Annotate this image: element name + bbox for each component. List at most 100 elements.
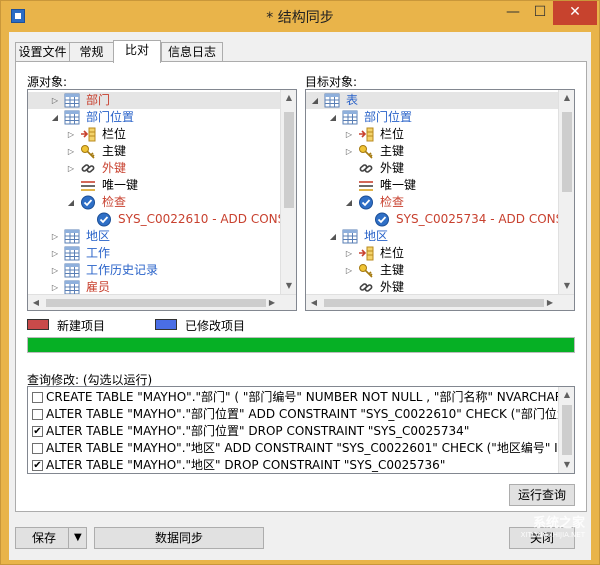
scroll-up-icon[interactable]: ▲ — [559, 387, 574, 403]
query-row[interactable]: CREATE TABLE "MAYHO"."部门" ( "部门编号" NUMBE… — [28, 389, 558, 406]
scroll-right-icon[interactable]: ▶ — [542, 295, 558, 310]
tree-row[interactable]: ◢ 部门位置 — [28, 109, 296, 126]
tree-row[interactable]: ◢ 地区 — [306, 228, 574, 245]
target-tree[interactable]: 外键 ▷ 主键 ▷ 栏位 ◢ 地区 SYS_C0025734 - ADD CONS ◢ 检查 唯一键… — [305, 89, 575, 311]
run-query-button[interactable]: 运行查询 — [509, 484, 575, 506]
query-row[interactable]: ALTER TABLE "MAYHO"."部门位置" ADD CONSTRAIN… — [28, 406, 558, 423]
query-list[interactable]: ✔ ALTER TABLE "MAYHO"."地区" DROP CONSTRAIN… — [27, 386, 575, 474]
tree-row[interactable]: ▷ 栏位 — [28, 126, 296, 143]
query-row[interactable]: ALTER TABLE "MAYHO"."地区" ADD CONSTRAINT … — [28, 440, 558, 457]
link-icon — [358, 280, 374, 295]
tree-row[interactable]: ▷ 外键 — [28, 160, 296, 177]
query-row[interactable]: ✔ ALTER TABLE "MAYHO"."地区" DROP CONSTRAIN… — [28, 457, 558, 473]
table-icon — [64, 229, 80, 244]
minimize-button[interactable]: — — [499, 1, 527, 25]
tree-row[interactable]: ◢ 检查 — [306, 194, 574, 211]
expand-arrow-icon[interactable]: ▷ — [344, 245, 354, 262]
chevron-down-icon[interactable]: ▼ — [74, 528, 82, 548]
expand-arrow-icon[interactable]: ▷ — [50, 245, 60, 262]
scroll-thumb[interactable] — [562, 405, 572, 455]
data-sync-button[interactable]: 数据同步 — [94, 527, 264, 549]
collapse-arrow-icon[interactable]: ◢ — [328, 109, 338, 126]
tree-row[interactable]: 唯一键 — [306, 177, 574, 194]
tab-general[interactable]: 常规 — [69, 42, 114, 62]
query-checkbox[interactable] — [32, 409, 43, 420]
scroll-down-icon[interactable]: ▼ — [559, 278, 574, 294]
tree-row[interactable]: ▷ 主键 — [306, 262, 574, 279]
tab-settings-file[interactable]: 设置文件 — [15, 42, 70, 62]
close-window-button[interactable]: ✕ — [553, 1, 597, 25]
table-icon — [64, 246, 80, 261]
tree-row[interactable]: ▷ 栏位 — [306, 245, 574, 262]
expand-arrow-icon[interactable]: ▷ — [66, 160, 76, 177]
scroll-up-icon[interactable]: ▲ — [281, 90, 296, 106]
tree-row[interactable]: ▷ 栏位 — [306, 126, 574, 143]
query-checkbox[interactable]: ✔ — [32, 460, 43, 471]
tree-item-label: SYS_C0022610 - ADD CONS — [118, 212, 286, 226]
scroll-down-icon[interactable]: ▼ — [559, 457, 574, 473]
tree-row[interactable]: ◢ 检查 — [28, 194, 296, 211]
app-window: * 结构同步 — ☐ ✕ 设置文件 常规 比对 信息日志 源对象: ▷ 雇员 ▷ 工作… — [0, 0, 600, 565]
save-button[interactable]: 保存 ▼ — [15, 527, 87, 549]
scroll-right-icon[interactable]: ▶ — [264, 295, 280, 310]
target-objects-label: 目标对象: — [305, 75, 358, 89]
scroll-up-icon[interactable]: ▲ — [559, 90, 574, 106]
query-list-vscroll[interactable]: ▲ ▼ — [558, 387, 574, 473]
expand-arrow-icon[interactable]: ▷ — [66, 143, 76, 160]
tree-row[interactable]: ▷ 部门 — [28, 92, 296, 109]
expand-arrow-icon[interactable]: ▷ — [344, 126, 354, 143]
tree-row[interactable]: 外键 — [306, 160, 574, 177]
modified-item-swatch — [155, 319, 177, 330]
unique-icon — [358, 178, 374, 193]
tree-row[interactable]: ▷ 主键 — [306, 143, 574, 160]
target-tree-vscroll[interactable]: ▲ ▼ — [558, 90, 574, 294]
expand-arrow-icon[interactable]: ▷ — [66, 126, 76, 143]
expand-arrow-icon[interactable]: ▷ — [50, 228, 60, 245]
source-tree-hscroll[interactable]: ◀ ▶ — [28, 294, 296, 310]
expand-arrow-icon[interactable]: ▷ — [344, 143, 354, 160]
tree-item-label: SYS_C0025734 - ADD CONS — [396, 212, 564, 226]
collapse-arrow-icon[interactable]: ◢ — [66, 194, 76, 211]
expand-arrow-icon[interactable]: ▷ — [50, 262, 60, 279]
source-tree-vscroll[interactable]: ▲ ▼ — [280, 90, 296, 294]
maximize-button[interactable]: ☐ — [527, 1, 553, 25]
expand-arrow-icon[interactable]: ▷ — [50, 92, 60, 109]
query-checkbox[interactable] — [32, 392, 43, 403]
scroll-thumb[interactable] — [46, 299, 266, 307]
tab-compare[interactable]: 比对 — [113, 40, 161, 63]
scroll-down-icon[interactable]: ▼ — [281, 278, 296, 294]
scroll-thumb[interactable] — [284, 112, 294, 208]
scroll-left-icon[interactable]: ◀ — [28, 295, 44, 310]
scroll-thumb[interactable] — [562, 112, 572, 192]
table-icon — [64, 280, 80, 295]
target-tree-hscroll[interactable]: ◀ ▶ — [306, 294, 574, 310]
query-checkbox[interactable]: ✔ — [32, 426, 43, 437]
tree-row[interactable]: ▷ 工作历史记录 — [28, 262, 296, 279]
collapse-arrow-icon[interactable]: ◢ — [328, 228, 338, 245]
collapse-arrow-icon[interactable]: ◢ — [344, 194, 354, 211]
table-icon — [342, 229, 358, 244]
tree-row[interactable]: ▷ 主键 — [28, 143, 296, 160]
query-checkbox[interactable] — [32, 443, 43, 454]
scroll-thumb[interactable] — [324, 299, 544, 307]
tree-item-label: 栏位 — [380, 127, 405, 141]
tree-row[interactable]: SYS_C0025734 - ADD CONS — [306, 211, 574, 228]
tree-row[interactable]: ◢ 表 — [306, 92, 574, 109]
expand-arrow-icon[interactable]: ▷ — [344, 262, 354, 279]
tree-row[interactable]: SYS_C0022610 - ADD CONS — [28, 211, 296, 228]
tree-item-label: 主键 — [380, 263, 405, 277]
query-text: CREATE TABLE "MAYHO"."部门" ( "部门编号" NUMBE… — [46, 390, 558, 404]
progress-bar — [27, 337, 575, 353]
source-tree[interactable]: ▷ 雇员 ▷ 工作历史记录 ▷ 工作 ▷ 地区 SYS_C0022610 - ADD CONS ◢… — [27, 89, 297, 311]
tree-row[interactable]: ▷ 工作 — [28, 245, 296, 262]
query-row[interactable]: ✔ ALTER TABLE "MAYHO"."部门位置" DROP CONSTRA… — [28, 423, 558, 440]
tab-message-log[interactable]: 信息日志 — [161, 42, 223, 62]
tree-row[interactable]: 唯一键 — [28, 177, 296, 194]
query-text: ALTER TABLE "MAYHO"."地区" ADD CONSTRAINT … — [46, 441, 558, 455]
scroll-left-icon[interactable]: ◀ — [306, 295, 322, 310]
tree-item-label: 唯一键 — [102, 178, 139, 192]
collapse-arrow-icon[interactable]: ◢ — [50, 109, 60, 126]
tree-row[interactable]: ▷ 地区 — [28, 228, 296, 245]
collapse-arrow-icon[interactable]: ◢ — [310, 92, 320, 109]
tree-row[interactable]: ◢ 部门位置 — [306, 109, 574, 126]
